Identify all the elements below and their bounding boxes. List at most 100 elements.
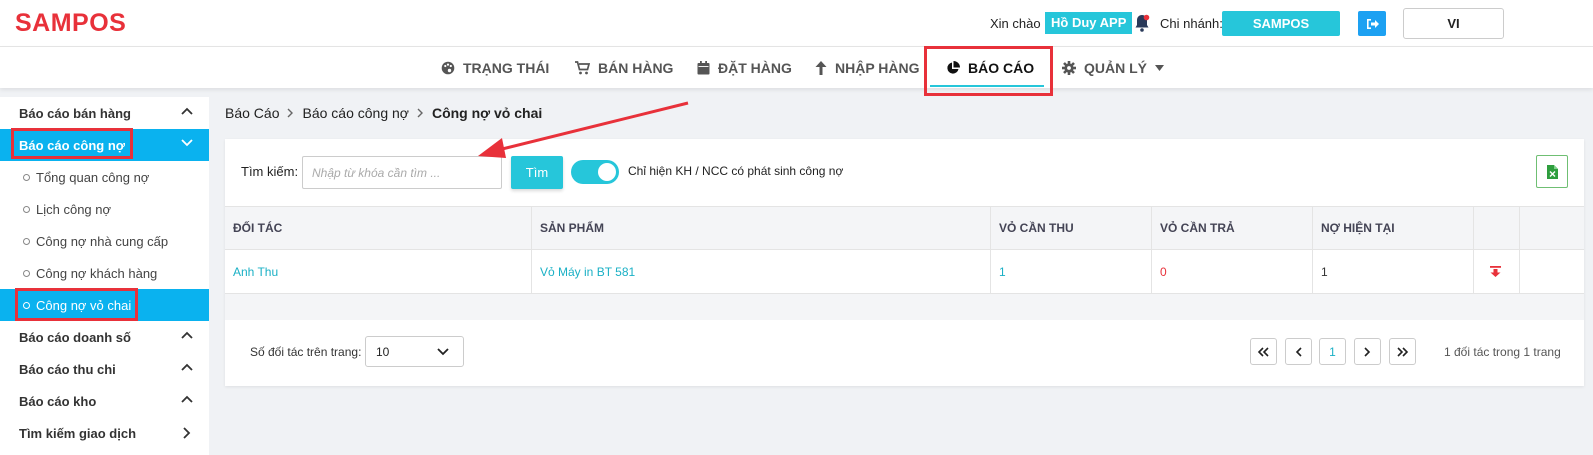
sidebar-group-bao-cao-kho[interactable]: Báo cáo kho [0,385,209,417]
chevron-right-icon [183,427,191,439]
cell-current-debt: 1 [1313,250,1474,293]
report-panel: Tìm kiếm: Tìm Chỉ hiện KH / NCC có phát … [225,139,1584,386]
bullet-circle-icon [23,173,30,181]
sidebar-item-label: Tổng quan công nợ [36,169,150,185]
debt-only-toggle[interactable] [571,160,619,184]
table-spacer [225,294,1584,320]
nav-label: BÁN HÀNG [598,59,674,76]
per-page-value: 10 [376,344,390,359]
sidebar-group-label: Báo cáo kho [19,393,97,409]
greeting-text: Xin chào [990,16,1041,31]
table-row: Anh Thu Vỏ Máy in BT 581 1 0 1 [225,250,1584,294]
gear-icon [1062,60,1076,75]
column-header-action [1474,207,1520,249]
chevron-right-icon [417,108,423,118]
branch-label: Chi nhánh: [1160,16,1223,31]
main-nav: TRẠNG THÁI BÁN HÀNG ĐẶT HÀNG NHẬP HÀNG B… [0,47,1593,88]
first-page-button[interactable] [1250,338,1277,365]
cell-to-return: 0 [1152,250,1313,293]
column-header-partner[interactable]: ĐỐI TÁC [225,207,532,249]
sidebar-group-label: Tìm kiếm giao dịch [19,425,137,441]
highlight-box-cong-no-vo-chai [15,288,138,321]
cart-icon [575,60,590,74]
bullet-circle-icon [23,205,30,213]
bullet-circle-icon [23,237,30,245]
chevron-up-icon [181,107,193,115]
nav-label: NHẬP HÀNG [835,59,920,76]
cell-product[interactable]: Vỏ Máy in BT 581 [532,250,991,293]
branch-selector-button[interactable]: SAMPOS [1222,11,1340,36]
sidebar-group-label: Báo cáo bán hàng [19,105,131,121]
next-page-button[interactable] [1354,338,1381,365]
per-page-label: Số đối tác trên trang: [250,345,362,359]
pagination-info: 1 đối tác trong 1 trang [1444,345,1561,359]
app-logo[interactable]: SAMPOS [15,9,126,38]
sidebar-item-cong-no-nha-cung-cap[interactable]: Công nợ nhà cung cấp [0,225,209,257]
column-header-extra [1520,207,1584,249]
column-header-to-return[interactable]: VỎ CẦN TRẢ [1152,207,1313,249]
column-header-current-debt[interactable]: NỢ HIỆN TẠI [1313,207,1474,249]
breadcrumb-item[interactable]: Báo cáo công nợ [302,105,408,121]
sidebar-group-bao-cao-thu-chi[interactable]: Báo cáo thu chi [0,353,209,385]
page-number-button[interactable]: 1 [1319,338,1346,365]
export-excel-button[interactable] [1536,155,1568,188]
search-label: Tìm kiếm: [241,164,299,179]
breadcrumb-item[interactable]: Báo Cáo [225,105,279,121]
nav-nhap-hang[interactable]: NHẬP HÀNG [815,47,920,88]
logout-icon [1366,18,1379,29]
chevron-up-icon [181,331,193,339]
highlight-box-bao-cao-cong-no [11,128,133,159]
sidebar-item-cong-no-khach-hang[interactable]: Công nợ khách hàng [0,257,209,289]
highlight-box-bao-cao [924,46,1053,96]
sidebar-group-bao-cao-doanh-so[interactable]: Báo cáo doanh số [0,321,209,353]
nav-dat-hang[interactable]: ĐẶT HÀNG [697,47,792,88]
column-header-to-collect[interactable]: VỎ CẦN THU [991,207,1152,249]
calendar-icon [697,60,710,74]
sidebar-item-tong-quan-cong-no[interactable]: Tổng quan công nợ [0,161,209,193]
excel-file-icon [1546,164,1558,179]
sidebar-group-tim-kiem-giao-dich[interactable]: Tìm kiếm giao dịch [0,417,209,449]
chevron-left-icon [1295,346,1302,357]
nav-label: ĐẶT HÀNG [718,59,792,76]
per-page-select[interactable]: 10 [365,336,464,367]
caret-down-icon [1155,64,1164,71]
column-header-product[interactable]: SẢN PHẨM [532,207,991,249]
arrow-up-icon [815,60,827,75]
top-bar: SAMPOS Xin chào Hồ Duy APP Chi nhánh: SA… [0,0,1593,47]
table-header: ĐỐI TÁC SẢN PHẨM VỎ CẦN THU VỎ CẦN TRẢ N… [225,206,1584,250]
toggle-knob [598,163,616,181]
nav-label: QUẢN LÝ [1084,59,1147,76]
sidebar-group-bao-cao-ban-hang[interactable]: Báo cáo bán hàng [0,97,209,129]
cell-extra [1520,250,1584,293]
user-name-badge[interactable]: Hồ Duy APP [1045,12,1133,34]
annotation-arrow-icon [478,101,689,158]
sidebar-item-label: Công nợ khách hàng [36,265,158,281]
chevron-right-icon [1364,346,1371,357]
prev-page-button[interactable] [1285,338,1312,365]
sidebar-item-lich-cong-no[interactable]: Lịch công nợ [0,193,209,225]
last-page-button[interactable] [1389,338,1416,365]
nav-trang-thai[interactable]: TRẠNG THÁI [441,47,549,88]
sidebar-item-label: Công nợ nhà cung cấp [36,233,169,249]
sidebar-group-label: Báo cáo thu chi [19,361,116,377]
palette-icon [441,61,455,74]
chevron-down-icon [181,139,193,147]
chevron-down-icon [437,348,449,356]
nav-label: TRẠNG THÁI [463,59,550,76]
cell-partner[interactable]: Anh Thu [225,250,532,293]
chevron-up-icon [181,395,193,403]
cell-action [1474,250,1520,293]
nav-quan-ly[interactable]: QUẢN LÝ [1062,47,1164,88]
double-chevron-right-icon [1397,346,1409,357]
notification-bell-icon[interactable] [1134,14,1150,32]
language-selector[interactable]: VI [1403,8,1504,39]
sidebar-item-label: Lịch công nợ [36,201,112,217]
bullet-circle-icon [23,269,30,277]
cell-to-collect: 1 [991,250,1152,293]
chevron-right-icon [287,108,294,118]
logout-button[interactable] [1358,11,1386,36]
nav-ban-hang[interactable]: BÁN HÀNG [575,47,673,88]
sidebar-group-label: Báo cáo doanh số [19,329,131,345]
toggle-label: Chỉ hiện KH / NCC có phát sinh công nợ [628,164,844,178]
download-arrow-icon[interactable] [1490,265,1501,278]
